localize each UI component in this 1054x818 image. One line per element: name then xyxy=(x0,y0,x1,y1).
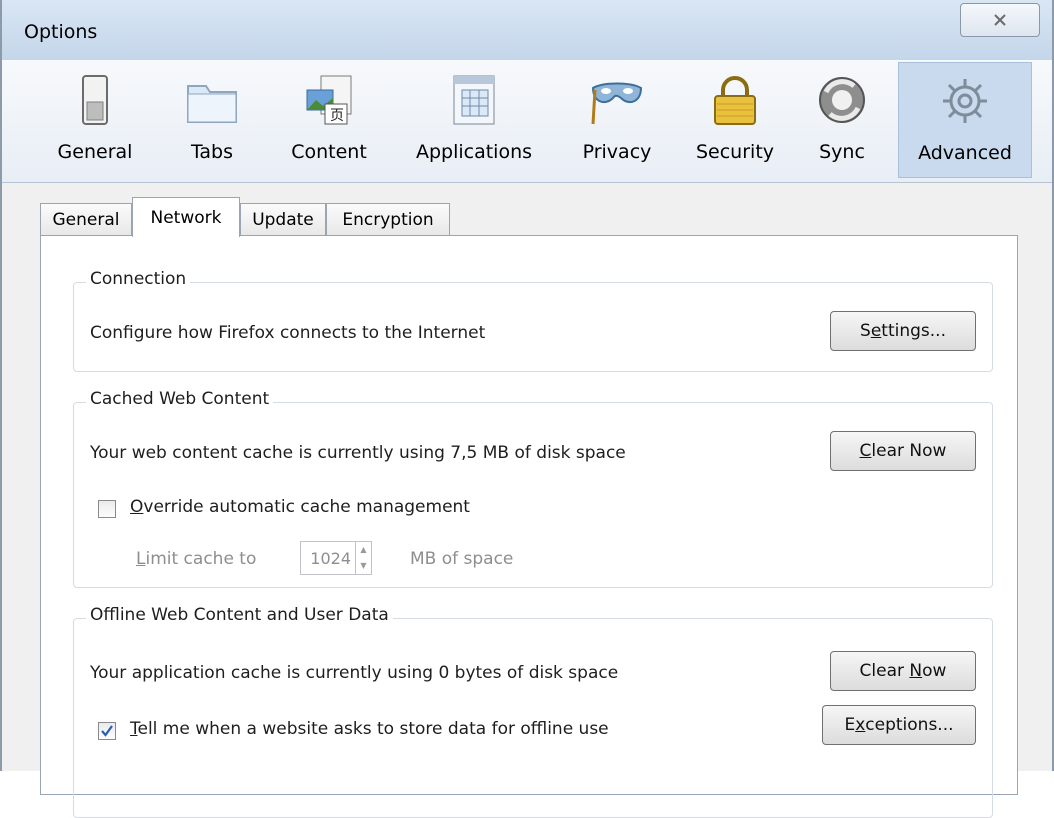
stepper-up-icon[interactable]: ▲ xyxy=(356,542,371,558)
stepper-down-icon[interactable]: ▼ xyxy=(356,558,371,574)
pane-content[interactable]: 页 Content xyxy=(276,62,382,178)
close-button[interactable] xyxy=(960,3,1040,37)
title-bar: Options xyxy=(2,0,1052,60)
cached-web-content-group: Cached Web Content Your web content cach… xyxy=(73,389,993,588)
connection-group: Connection Configure how Firefox connect… xyxy=(73,269,993,372)
close-icon xyxy=(994,14,1006,26)
cache-limit-stepper[interactable]: ▲ ▼ xyxy=(356,541,372,575)
privacy-mask-icon xyxy=(591,82,643,125)
tell-offline-checkbox[interactable] xyxy=(98,722,116,740)
pane-advanced[interactable]: Advanced xyxy=(898,62,1032,178)
pane-general[interactable]: General xyxy=(42,62,148,178)
svg-text:页: 页 xyxy=(330,108,344,124)
subtab-encryption[interactable]: Encryption xyxy=(326,203,450,235)
cache-description: Your web content cache is currently usin… xyxy=(90,443,626,463)
cache-legend: Cached Web Content xyxy=(86,389,274,409)
pane-privacy[interactable]: Privacy xyxy=(568,62,666,178)
connection-description: Configure how Firefox connects to the In… xyxy=(90,323,486,343)
network-tab-panel: Connection Configure how Firefox connect… xyxy=(40,235,1018,818)
subtab-general[interactable]: General xyxy=(40,203,132,235)
limit-cache-label: Limit cache to xyxy=(136,549,257,569)
cache-limit-unit: MB of space xyxy=(410,549,514,569)
advanced-pane-content: General Network Update Encryption Connec… xyxy=(2,183,1052,818)
window-title: Options xyxy=(24,21,98,43)
content-pictures-icon: 页 xyxy=(306,75,352,125)
pane-security[interactable]: Security xyxy=(680,62,790,178)
offline-legend: Offline Web Content and User Data xyxy=(86,605,393,625)
applications-window-icon xyxy=(453,75,495,125)
offline-web-content-group: Offline Web Content and User Data Your a… xyxy=(73,605,993,818)
pane-sync[interactable]: Sync xyxy=(800,62,884,178)
pane-applications[interactable]: Applications xyxy=(400,62,548,178)
tell-offline-label: Tell me when a website asks to store dat… xyxy=(130,719,609,739)
override-cache-label: Override automatic cache management xyxy=(130,497,470,517)
general-switch-icon xyxy=(82,75,108,125)
offline-exceptions-button[interactable]: Ex ceptions... xyxy=(822,705,976,745)
override-cache-checkbox[interactable] xyxy=(98,500,116,518)
advanced-gear-icon xyxy=(943,79,987,123)
options-window: Options General Tabs 页 Content Applicati… xyxy=(0,0,1054,818)
checkmark-icon xyxy=(101,725,113,737)
pane-tabs[interactable]: Tabs xyxy=(172,62,252,178)
pane-toolbar: General Tabs 页 Content Applications Priv… xyxy=(2,60,1052,183)
connection-legend: Connection xyxy=(86,269,191,289)
tabs-folder-icon xyxy=(187,85,237,123)
connection-settings-button[interactable]: Se ttings... xyxy=(830,311,976,351)
offline-description: Your application cache is currently usin… xyxy=(90,663,619,683)
cache-clear-now-button[interactable]: Clear Now xyxy=(830,431,976,471)
sync-arrows-icon xyxy=(819,77,865,123)
subtab-update[interactable]: Update xyxy=(240,203,326,235)
security-padlock-icon xyxy=(714,76,756,125)
subtab-network[interactable]: Network xyxy=(132,197,240,237)
cache-limit-input[interactable]: 1024 xyxy=(300,541,356,575)
offline-clear-now-button[interactable]: Clear Now xyxy=(830,651,976,691)
